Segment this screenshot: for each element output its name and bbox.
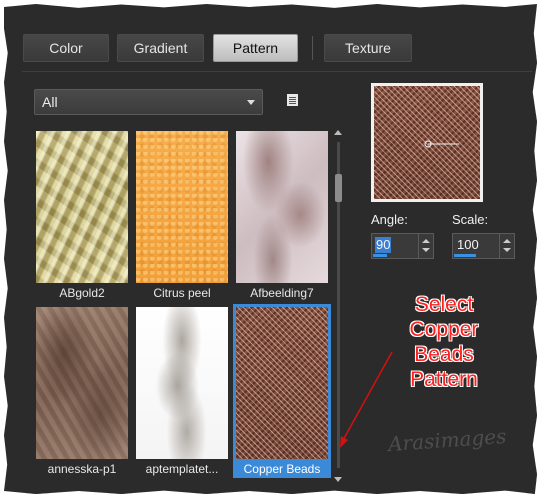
preview-swatch [374,86,480,199]
pattern-thumbnail [36,131,128,283]
scroll-up-icon[interactable] [334,130,342,135]
annotation-line: Pattern [410,368,478,391]
angle-stepper-arrows-icon[interactable] [418,234,433,258]
scale-label: Scale: [452,212,489,227]
list-view-icon[interactable] [287,94,298,106]
pattern-item-aptemplatet[interactable]: aptemplatet... [133,304,231,478]
pattern-name: annesska-p1 [47,462,117,476]
divider [22,71,532,72]
angle-label: Angle: [371,212,408,227]
pattern-item-annesska-p1[interactable]: annesska-p1 [33,304,131,478]
pattern-name: Afbeelding7 [250,286,314,300]
angle-handle-icon [424,140,459,148]
angle-level-bar [373,254,387,257]
annotation-line: Beads [414,343,474,366]
pattern-thumbnail [36,307,128,459]
pattern-name: Citrus peel [153,286,211,300]
scroll-down-icon[interactable] [334,477,342,482]
annotation-line: Select [414,293,474,316]
tutorial-annotation: Select Copper Beads Pattern [378,292,510,392]
category-dropdown-value: All [42,94,58,110]
chevron-down-icon [247,100,255,105]
scale-stepper-arrows-icon[interactable] [499,234,514,258]
pattern-item-copper-beads[interactable]: Copper Beads [233,304,331,478]
tab-texture[interactable]: Texture [324,34,412,62]
tab-color[interactable]: Color [23,34,109,62]
tab-gradient[interactable]: Gradient [117,34,204,62]
scale-level-bar [454,254,476,257]
pattern-item-citrus-peel[interactable]: Citrus peel [133,128,231,302]
scale-spinner[interactable]: 100 [452,233,515,259]
pattern-thumbnail [136,307,228,459]
tab-divider [312,36,313,60]
pattern-name: ABgold2 [59,286,105,300]
pattern-item-afbeelding7[interactable]: Afbeelding7 [233,128,331,302]
scale-value[interactable]: 100 [455,236,499,254]
pattern-thumbnail [236,131,328,283]
pattern-name: Copper Beads [243,462,321,476]
gallery-scrollbar[interactable] [333,130,344,482]
tab-pattern[interactable]: Pattern [213,34,298,62]
angle-value[interactable]: 90 [374,236,418,254]
pattern-gallery: ABgold2 Citrus peel Afbeelding7 annesska… [33,128,333,484]
pattern-thumbnail [136,131,228,283]
pattern-item-abgold2[interactable]: ABgold2 [33,128,131,302]
pattern-thumbnail [236,307,328,459]
scroll-thumb[interactable] [335,174,342,202]
pattern-preview[interactable] [371,83,483,202]
annotation-line: Copper [409,318,479,341]
pattern-name: aptemplatet... [145,462,219,476]
angle-spinner[interactable]: 90 [371,233,434,259]
category-dropdown[interactable]: All [34,89,263,115]
